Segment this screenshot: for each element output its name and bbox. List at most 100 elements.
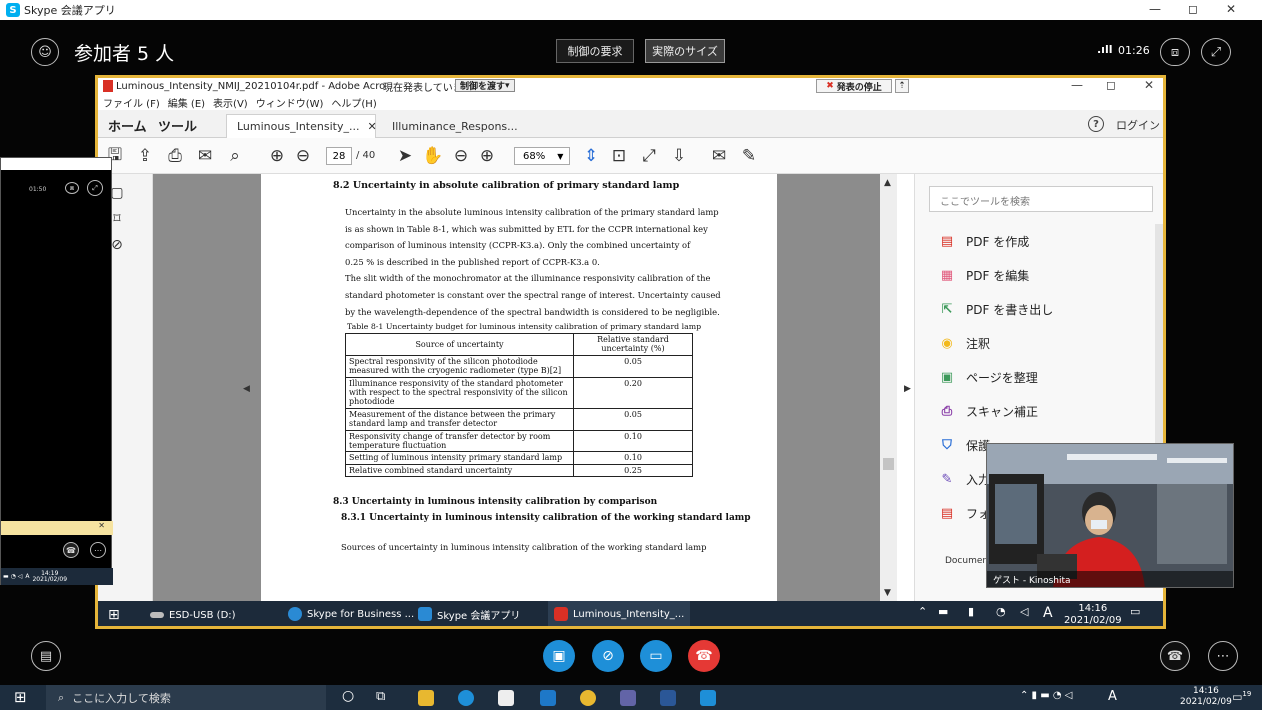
volume-icon[interactable]: ◁ [1020,605,1028,618]
taskbar-item-acrobat[interactable]: Luminous_Intensity_... [548,601,691,626]
participants-icon[interactable]: ☺ [31,38,59,66]
video-off-button[interactable]: ▣ [543,640,575,672]
upload-cloud-icon[interactable]: ⇪ [134,145,156,167]
tool-protect[interactable]: ⛉ 保護 [937,434,990,456]
action-center-icon[interactable]: ▭19 [1232,690,1251,704]
tool-fill-sign[interactable]: ✎ 入力 [937,468,990,490]
mini-skype-window[interactable]: 01:50 ⧈ ⤢ ✕ ☎ ⋯ ▬ ◔ ◁ A 14:19 2021/02/09 [0,157,113,585]
ime-indicator[interactable]: A [1043,605,1053,621]
taskbar-item-skype-meeting[interactable]: Skype 会議アプリ [412,601,526,626]
chat-icon[interactable]: ▤ [31,641,61,671]
fit-page-icon[interactable]: ⇕ [580,145,602,167]
outlook-icon[interactable] [540,690,556,706]
acrobat-close-button[interactable]: ✕ [1136,78,1162,92]
tab-home[interactable]: ホーム [108,116,147,135]
email-icon[interactable]: ✉ [194,145,216,167]
tools-search-input[interactable]: ここでツールを検索 [929,186,1153,212]
acrobat-minimize-button[interactable]: — [1064,78,1090,92]
mini-phone-icon[interactable]: ☎ [63,542,79,558]
remote-clock[interactable]: 14:16 2021/02/09 [1064,603,1122,626]
help-icon[interactable]: ? [1088,116,1104,132]
scroll-mode-icon[interactable]: ⊡ [608,145,630,167]
chrome-icon[interactable] [580,690,596,706]
mute-button[interactable]: ⊘ [592,640,624,672]
teams-icon[interactable] [620,690,636,706]
pin-icon[interactable]: ⇡ [895,79,909,93]
more-options-icon[interactable]: ⋯ [1208,641,1238,671]
mini-more-icon[interactable]: ⋯ [90,542,106,558]
tab-tools[interactable]: ツール [158,116,197,135]
expand-tools-arrow-icon[interactable]: ▶ [904,384,911,394]
login-link[interactable]: ログイン [1116,117,1160,133]
tray-icons[interactable]: ⌃ ▮ ▬ ◔ ◁ [1020,690,1072,701]
actual-size-button[interactable]: 実際のサイズ [645,39,725,63]
fullscreen-mode-icon[interactable]: ⤢ [638,145,660,167]
print-icon[interactable]: ⎙ [164,145,186,167]
search-icon[interactable]: ⌕ [224,145,246,167]
content-share-icon[interactable]: ⧈ [1160,38,1190,66]
fullscreen-icon[interactable]: ⤢ [1201,38,1231,66]
menu-view[interactable]: 表示(V) [213,95,248,110]
participant-video[interactable]: ゲスト - Kinoshita [986,443,1234,588]
select-tool-icon[interactable]: ➤ [394,145,416,167]
mini-share-icon[interactable]: ⧈ [65,182,79,194]
minimize-button[interactable]: — [1140,2,1170,16]
mini-expand-icon[interactable]: ⤢ [87,180,103,196]
stop-presenting-button[interactable]: ✖ 発表の停止 [816,79,892,93]
page-number-input[interactable]: 28 [326,147,352,165]
next-page-icon[interactable]: ⊖ [292,145,314,167]
highlight-tool-icon[interactable]: ✎ [738,145,760,167]
wifi-icon[interactable]: ◔ [996,605,1006,618]
taskbar-search-box[interactable]: ⌕ ここに入力して検索 [46,685,326,710]
mic-icon[interactable]: ▮ [968,605,974,618]
vertical-scrollbar[interactable]: ▲ ▼ [880,174,897,601]
scroll-up-icon[interactable]: ▲ [884,178,891,188]
cortana-icon[interactable]: ○ [342,688,354,704]
collapse-left-arrow-icon[interactable]: ◀ [243,384,250,394]
close-button[interactable]: ✕ [1216,2,1246,16]
phone-icon[interactable]: ☎ [1160,641,1190,671]
document-view[interactable]: ◀ 8.2 Uncertainty in absolute calibratio… [153,174,897,601]
store-icon[interactable] [498,690,514,706]
taskbar-item-skype-business[interactable]: Skype for Business ... [282,601,420,626]
file-explorer-icon[interactable] [418,690,434,706]
task-view-icon[interactable]: ⧉ [376,689,385,704]
maximize-button[interactable]: ◻ [1178,2,1208,16]
tab-luminous-intensity[interactable]: Luminous_Intensity_... ✕ [226,114,377,138]
comment-tool-icon[interactable]: ✉ [708,145,730,167]
tool-edit-pdf[interactable]: ▦ PDF を編集 [937,264,1029,286]
tool-scan[interactable]: ⎙ スキャン補正 [937,400,1038,422]
tool-comment[interactable]: ◉ 注釈 [937,332,990,354]
zoom-select[interactable]: 68% ▼ [514,147,570,165]
tool-form[interactable]: ▤ フォ [937,502,990,524]
windows-start-icon[interactable]: ⊞ [14,688,27,706]
edge-icon[interactable] [458,690,474,706]
tool-export-pdf[interactable]: ⇱ PDF を書き出し [937,298,1054,320]
battery-icon[interactable]: ▬ [938,605,948,618]
zoom-out-icon[interactable]: ⊖ [450,145,472,167]
acrobat-restore-button[interactable]: ◻ [1098,78,1124,92]
tray-arrow-icon[interactable]: ⌃ [918,605,927,618]
notification-icon[interactable]: ▭ [1130,605,1140,618]
scroll-down-icon[interactable]: ▼ [884,588,891,598]
hand-tool-icon[interactable]: ✋ [422,145,444,167]
close-tab-icon[interactable]: ✕ [367,120,376,133]
os-ime-indicator[interactable]: A [1108,689,1117,704]
zoom-in-icon[interactable]: ⊕ [476,145,498,167]
hand-over-control-button[interactable]: 制御を渡す ▾ [455,79,515,92]
request-control-button[interactable]: 制御の要求 [556,39,634,63]
menu-edit[interactable]: 編集 (E) [168,95,205,110]
tab-illuminance-response[interactable]: Illuminance_Respons... [382,114,532,138]
start-icon[interactable]: ⊞ [108,601,120,626]
prev-page-icon[interactable]: ⊕ [266,145,288,167]
menu-help[interactable]: ヘルプ(H) [331,95,376,110]
menu-file[interactable]: ファイル (F) [103,95,160,110]
taskbar-item-usb[interactable]: ESD-USB (D:) [150,601,236,626]
hang-up-button[interactable]: ☎ [688,640,720,672]
tool-organize-pages[interactable]: ▣ ページを整理 [937,366,1038,388]
skype-taskbar-icon[interactable] [700,690,716,706]
word-icon[interactable] [660,690,676,706]
share-screen-button[interactable]: ▭ [640,640,672,672]
os-clock[interactable]: 14:16 2021/02/09 [1180,686,1232,708]
tool-create-pdf[interactable]: ▤ PDF を作成 [937,230,1029,252]
